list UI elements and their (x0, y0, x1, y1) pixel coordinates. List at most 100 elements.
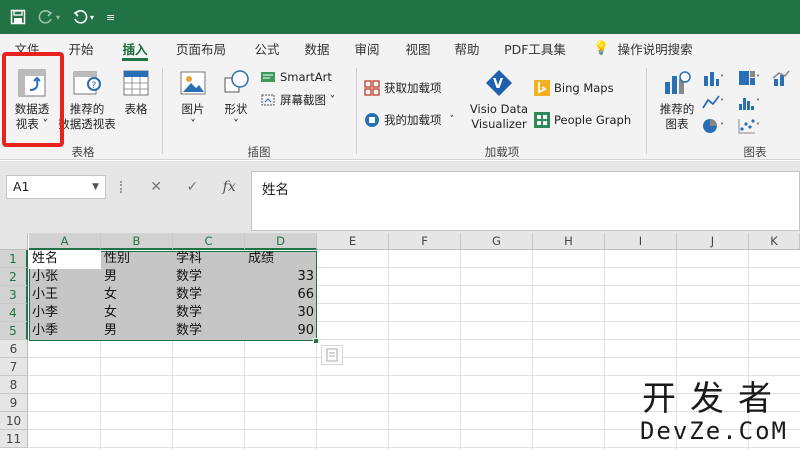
customize-qat-icon[interactable]: ≡ (106, 11, 115, 24)
column-header[interactable]: D (245, 233, 317, 250)
header-cell[interactable]: 姓名 (29, 250, 101, 268)
data-cell[interactable]: 90 (245, 322, 317, 340)
row-header[interactable]: 11 (0, 430, 28, 448)
svg-text:?: ? (92, 81, 97, 91)
lightbulb-icon: 💡 (593, 40, 610, 56)
column-chart-button[interactable]: ˅ (702, 70, 724, 86)
data-cell[interactable]: 数学 (173, 304, 245, 322)
gridline-vertical (604, 250, 605, 450)
formula-bar-grip-icon (120, 181, 123, 193)
column-header[interactable]: E (317, 233, 389, 250)
line-chart-button[interactable]: ˅ (702, 94, 724, 110)
column-header[interactable]: J (677, 233, 749, 250)
header-cell[interactable]: 学科 (173, 250, 245, 268)
combo-chart-button[interactable] (772, 70, 790, 86)
ribbon-insert: 数据透 视表 ˅ ? 推荐的 数据透视表 表格 表格 图片 ˅ 形状 ˅ Sma… (0, 62, 800, 160)
formula-bar-buttons: ✕ ✓ fx (138, 175, 248, 199)
recommended-pivot-button[interactable]: ? 推荐的 数据透视表 (58, 68, 116, 132)
data-cell[interactable]: 小季 (29, 322, 101, 340)
row-header[interactable]: 10 (0, 412, 28, 430)
gridline-horizontal (28, 447, 800, 448)
tab-data[interactable]: 数据 (294, 34, 340, 62)
statistic-chart-icon (739, 98, 754, 110)
column-header[interactable]: I (605, 233, 677, 250)
insert-function-icon[interactable]: fx (223, 179, 236, 195)
cancel-icon[interactable]: ✕ (150, 179, 162, 195)
data-cell[interactable]: 女 (101, 286, 173, 304)
row-header[interactable]: 8 (0, 376, 28, 394)
table-button[interactable]: 表格 (116, 68, 156, 117)
scatter-chart-icon (738, 119, 755, 134)
column-header[interactable]: G (461, 233, 533, 250)
data-cell[interactable]: 33 (245, 268, 317, 286)
screenshot-button[interactable]: 屏幕截图 ˅ (260, 92, 335, 108)
undo-icon[interactable]: ▾ (72, 10, 94, 24)
smartart-button[interactable]: SmartArt (260, 70, 332, 84)
tab-insert[interactable]: 插入 (108, 34, 162, 62)
column-header[interactable]: C (173, 233, 245, 250)
data-cell[interactable]: 30 (245, 304, 317, 322)
group-label-charts: 图表 (743, 145, 767, 159)
row-header[interactable]: 9 (0, 394, 28, 412)
row-header[interactable]: 2 (0, 268, 28, 286)
pictures-button[interactable]: 图片 ˅ (172, 68, 214, 132)
data-cell[interactable]: 数学 (173, 286, 245, 304)
column-header[interactable]: B (101, 233, 173, 250)
gridline-vertical (460, 250, 461, 450)
row-header[interactable]: 7 (0, 358, 28, 376)
scatter-chart-button[interactable]: ˅ (738, 118, 760, 134)
select-all-corner[interactable] (0, 233, 28, 250)
combo-chart-icon (772, 70, 790, 86)
data-cell[interactable]: 男 (101, 322, 173, 340)
data-cell[interactable]: 女 (101, 304, 173, 322)
header-cell[interactable]: 性别 (101, 250, 173, 268)
visio-data-visualizer-button[interactable]: V Visio Data Visualizer (466, 68, 532, 132)
column-header[interactable]: H (533, 233, 605, 250)
tell-me-search[interactable]: 💡 操作说明搜索 (578, 34, 708, 62)
row-header[interactable]: 5 (0, 322, 28, 340)
data-cell[interactable]: 小李 (29, 304, 101, 322)
table-icon (123, 70, 149, 96)
get-addins-button[interactable]: 获取加载项 (364, 80, 442, 96)
formula-input[interactable]: 姓名 (251, 171, 800, 231)
tab-review[interactable]: 审阅 (340, 34, 394, 62)
column-header[interactable]: F (389, 233, 461, 250)
tab-formulas[interactable]: 公式 (240, 34, 294, 62)
group-label-tables: 表格 (71, 145, 95, 159)
column-header[interactable]: K (749, 233, 800, 250)
svg-text:V: V (493, 77, 503, 92)
data-cell[interactable]: 小王 (29, 286, 101, 304)
data-cell[interactable]: 小张 (29, 268, 101, 286)
tab-pdf-tools[interactable]: PDF工具集 (492, 34, 578, 62)
data-cell[interactable]: 数学 (173, 268, 245, 286)
data-cell[interactable]: 数学 (173, 322, 245, 340)
recommended-charts-icon (665, 71, 691, 94)
header-cell[interactable]: 成绩 (245, 250, 317, 268)
tab-help[interactable]: 帮助 (442, 34, 492, 62)
chevron-down-icon[interactable]: ▼ (92, 176, 99, 198)
tab-page-layout[interactable]: 页面布局 (162, 34, 240, 62)
save-icon[interactable] (10, 9, 26, 25)
column-header[interactable]: A (29, 233, 101, 250)
shapes-button[interactable]: 形状 ˅ (216, 68, 256, 132)
redo-icon[interactable]: ▾ (38, 10, 60, 24)
fill-handle[interactable] (313, 338, 319, 344)
row-header[interactable]: 3 (0, 286, 28, 304)
data-cell[interactable]: 男 (101, 268, 173, 286)
quick-analysis-icon[interactable] (321, 345, 343, 365)
bing-maps-button[interactable]: Bing Maps (534, 80, 614, 96)
name-box[interactable]: A1 ▼ (6, 175, 106, 199)
recommended-charts-button[interactable]: 推荐的 图表 (654, 68, 700, 132)
data-cell[interactable]: 66 (245, 286, 317, 304)
tab-view[interactable]: 视图 (394, 34, 442, 62)
pie-chart-button[interactable]: ˅ (702, 118, 724, 134)
row-header[interactable]: 1 (0, 250, 28, 268)
statistic-chart-button[interactable]: ˅ (738, 94, 760, 110)
hierarchy-chart-button[interactable]: ˅ (738, 70, 760, 86)
line-chart-icon (702, 95, 720, 109)
people-graph-button[interactable]: People Graph (534, 112, 631, 128)
confirm-icon[interactable]: ✓ (186, 179, 198, 195)
my-addins-button[interactable]: 我的加载项 ˅ (364, 112, 454, 128)
row-header[interactable]: 4 (0, 304, 28, 322)
row-header[interactable]: 6 (0, 340, 28, 358)
